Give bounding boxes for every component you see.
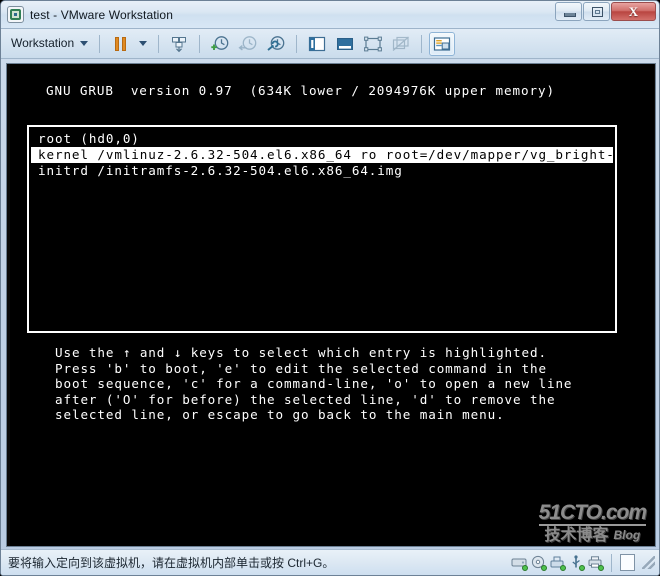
vmware-icon — [7, 6, 24, 23]
grub-menu-entry-selected[interactable]: kernel /vmlinuz-2.6.32-504.el6.x86_64 ro… — [31, 147, 615, 163]
send-key-icon — [172, 36, 187, 52]
pause-icon — [114, 36, 126, 51]
toolbar-separator — [421, 34, 423, 53]
vmware-workstation-window: test - VMware Workstation X Workstation — [0, 0, 660, 576]
unity-mode-button[interactable] — [388, 32, 414, 56]
send-ctrl-alt-del-button[interactable] — [166, 32, 192, 56]
snapshot-add-icon — [211, 35, 229, 50]
toolbar: Workstation — [1, 29, 659, 59]
resize-grip[interactable] — [642, 556, 655, 569]
pause-vm-button[interactable] — [107, 32, 133, 56]
usb-device-icon[interactable] — [568, 555, 585, 571]
watermark-site: 51CTO.com — [538, 501, 647, 524]
network-device-icon[interactable] — [549, 555, 566, 571]
hard-disk-device-icon[interactable] — [511, 555, 528, 571]
vm-console-area[interactable]: GNU GRUB version 0.97 (634K lower / 2094… — [6, 63, 656, 547]
grub-help-line: after ('O' for before) the selected line… — [55, 391, 556, 407]
printer-device-icon[interactable] — [587, 555, 604, 571]
enter-fullscreen-button[interactable] — [360, 32, 386, 56]
cd-dvd-device-icon[interactable] — [530, 555, 547, 571]
grub-help-line: Use the ↑ and ↓ keys to select which ent… — [55, 345, 547, 360]
grub-help-line: selected line, or escape to go back to t… — [55, 407, 505, 422]
close-button[interactable]: X — [611, 2, 656, 21]
grub-menu-box: root (hd0,0) kernel /vmlinuz-2.6.32-504.… — [27, 125, 617, 333]
thumbnail-bar-icon — [337, 37, 354, 50]
snapshot-revert-icon — [238, 35, 257, 51]
status-bar: 要将输入定向到该虚拟机，请在虚拟机内部单击或按 Ctrl+G。 — [1, 549, 659, 575]
console-view-icon — [434, 36, 451, 51]
window-controls: X — [555, 2, 656, 21]
grub-menu-entry[interactable]: initrd /initramfs-2.6.32-504.el6.x86_64.… — [29, 163, 615, 179]
chevron-down-icon — [80, 40, 89, 46]
watermark-subtitle-cn: 技术博客 — [544, 527, 609, 544]
manage-snapshots-button[interactable] — [263, 32, 289, 56]
grub-menu-entry[interactable]: root (hd0,0) — [29, 131, 615, 147]
power-dropdown-button[interactable] — [135, 32, 151, 56]
status-message: 要将输入定向到该虚拟机，请在虚拟机内部单击或按 Ctrl+G。 — [8, 556, 335, 570]
window-title: test - VMware Workstation — [30, 7, 173, 22]
title-bar: test - VMware Workstation X — [1, 1, 659, 29]
revert-snapshot-button[interactable] — [235, 32, 261, 56]
status-device-icons — [511, 553, 655, 572]
grub-help-line: boot sequence, 'c' for a command-line, '… — [55, 376, 573, 391]
vm-guest-screen[interactable]: GNU GRUB version 0.97 (634K lower / 2094… — [10, 64, 654, 546]
status-separator — [611, 553, 612, 572]
toolbar-separator — [99, 34, 101, 53]
grub-help-text: Use the ↑ and ↓ keys to select which ent… — [55, 345, 572, 423]
chevron-down-icon — [139, 41, 148, 46]
take-snapshot-button[interactable] — [207, 32, 233, 56]
show-thumbnail-bar-button[interactable] — [332, 32, 358, 56]
workstation-menu-label: Workstation — [11, 36, 75, 50]
library-panel-icon — [309, 36, 326, 51]
watermark: 51CTO.com 技术博客 Blog — [538, 501, 647, 544]
watermark-subtitle: 技术博客 Blog — [539, 527, 646, 544]
minimize-button[interactable] — [555, 2, 582, 21]
grub-version-title: GNU GRUB version 0.97 (634K lower / 2094… — [46, 83, 555, 98]
watermark-rule — [538, 524, 646, 526]
snapshot-manage-icon — [267, 35, 285, 51]
fullscreen-icon — [364, 36, 383, 51]
workstation-menu-button[interactable]: Workstation — [7, 34, 92, 53]
unity-mode-icon — [392, 36, 410, 51]
watermark-subtitle-en: Blog — [613, 528, 641, 542]
toolbar-separator — [199, 34, 201, 53]
toolbar-separator — [296, 34, 298, 53]
console-view-button[interactable] — [429, 31, 456, 56]
show-library-button[interactable] — [304, 32, 330, 56]
toolbar-separator — [158, 34, 160, 53]
grub-help-line: Press 'b' to boot, 'e' to edit the selec… — [55, 360, 547, 376]
restore-button[interactable] — [583, 2, 610, 21]
message-log-icon[interactable] — [620, 554, 635, 571]
